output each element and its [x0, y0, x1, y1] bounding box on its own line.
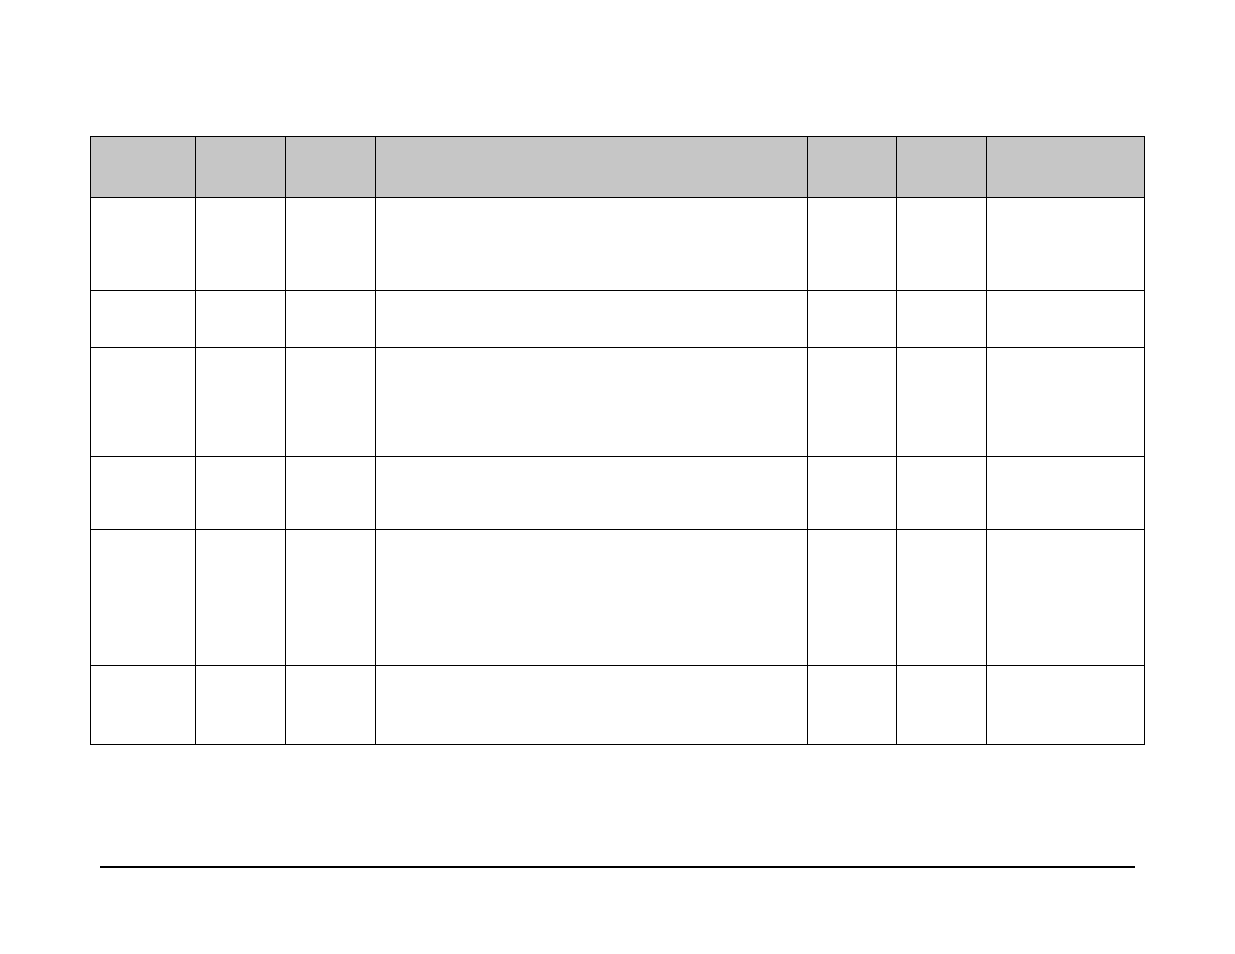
table-cell: [91, 530, 196, 666]
table-cell: [196, 198, 286, 291]
table-cell: [986, 198, 1144, 291]
table-cell: [986, 348, 1144, 457]
table-container: [90, 136, 1145, 745]
table-cell: [285, 530, 375, 666]
table-row: [91, 530, 1145, 666]
table-cell: [807, 666, 897, 745]
table-header-cell: [986, 137, 1144, 198]
table-cell: [375, 457, 807, 530]
table-header-cell: [285, 137, 375, 198]
data-table: [90, 136, 1145, 745]
table-cell: [375, 291, 807, 348]
table-cell: [375, 666, 807, 745]
table-cell: [375, 530, 807, 666]
table-row: [91, 291, 1145, 348]
table-cell: [375, 348, 807, 457]
table-cell: [91, 348, 196, 457]
table-cell: [807, 348, 897, 457]
table-cell: [196, 291, 286, 348]
table-cell: [897, 666, 987, 745]
table-cell: [196, 530, 286, 666]
table-cell: [897, 291, 987, 348]
table-cell: [897, 530, 987, 666]
table-row: [91, 198, 1145, 291]
table-cell: [285, 198, 375, 291]
table-cell: [807, 457, 897, 530]
table-cell: [807, 291, 897, 348]
table-cell: [91, 291, 196, 348]
table-header-cell: [807, 137, 897, 198]
table-row: [91, 666, 1145, 745]
table-cell: [897, 348, 987, 457]
table-row: [91, 457, 1145, 530]
footer-divider: [100, 866, 1135, 868]
table-cell: [285, 666, 375, 745]
table-cell: [285, 457, 375, 530]
table-cell: [897, 198, 987, 291]
table-cell: [285, 348, 375, 457]
table-cell: [196, 457, 286, 530]
table-cell: [807, 198, 897, 291]
page: [0, 0, 1235, 954]
table-cell: [986, 530, 1144, 666]
table-header-cell: [375, 137, 807, 198]
table-cell: [986, 666, 1144, 745]
table-row: [91, 348, 1145, 457]
table-header-row: [91, 137, 1145, 198]
table-cell: [986, 457, 1144, 530]
table-cell: [91, 666, 196, 745]
table-cell: [807, 530, 897, 666]
table-cell: [91, 198, 196, 291]
table-header-cell: [196, 137, 286, 198]
table-cell: [196, 348, 286, 457]
table-cell: [375, 198, 807, 291]
table-header-cell: [91, 137, 196, 198]
table-cell: [196, 666, 286, 745]
table-header-cell: [897, 137, 987, 198]
table-cell: [91, 457, 196, 530]
table-cell: [285, 291, 375, 348]
table-cell: [897, 457, 987, 530]
table-cell: [986, 291, 1144, 348]
